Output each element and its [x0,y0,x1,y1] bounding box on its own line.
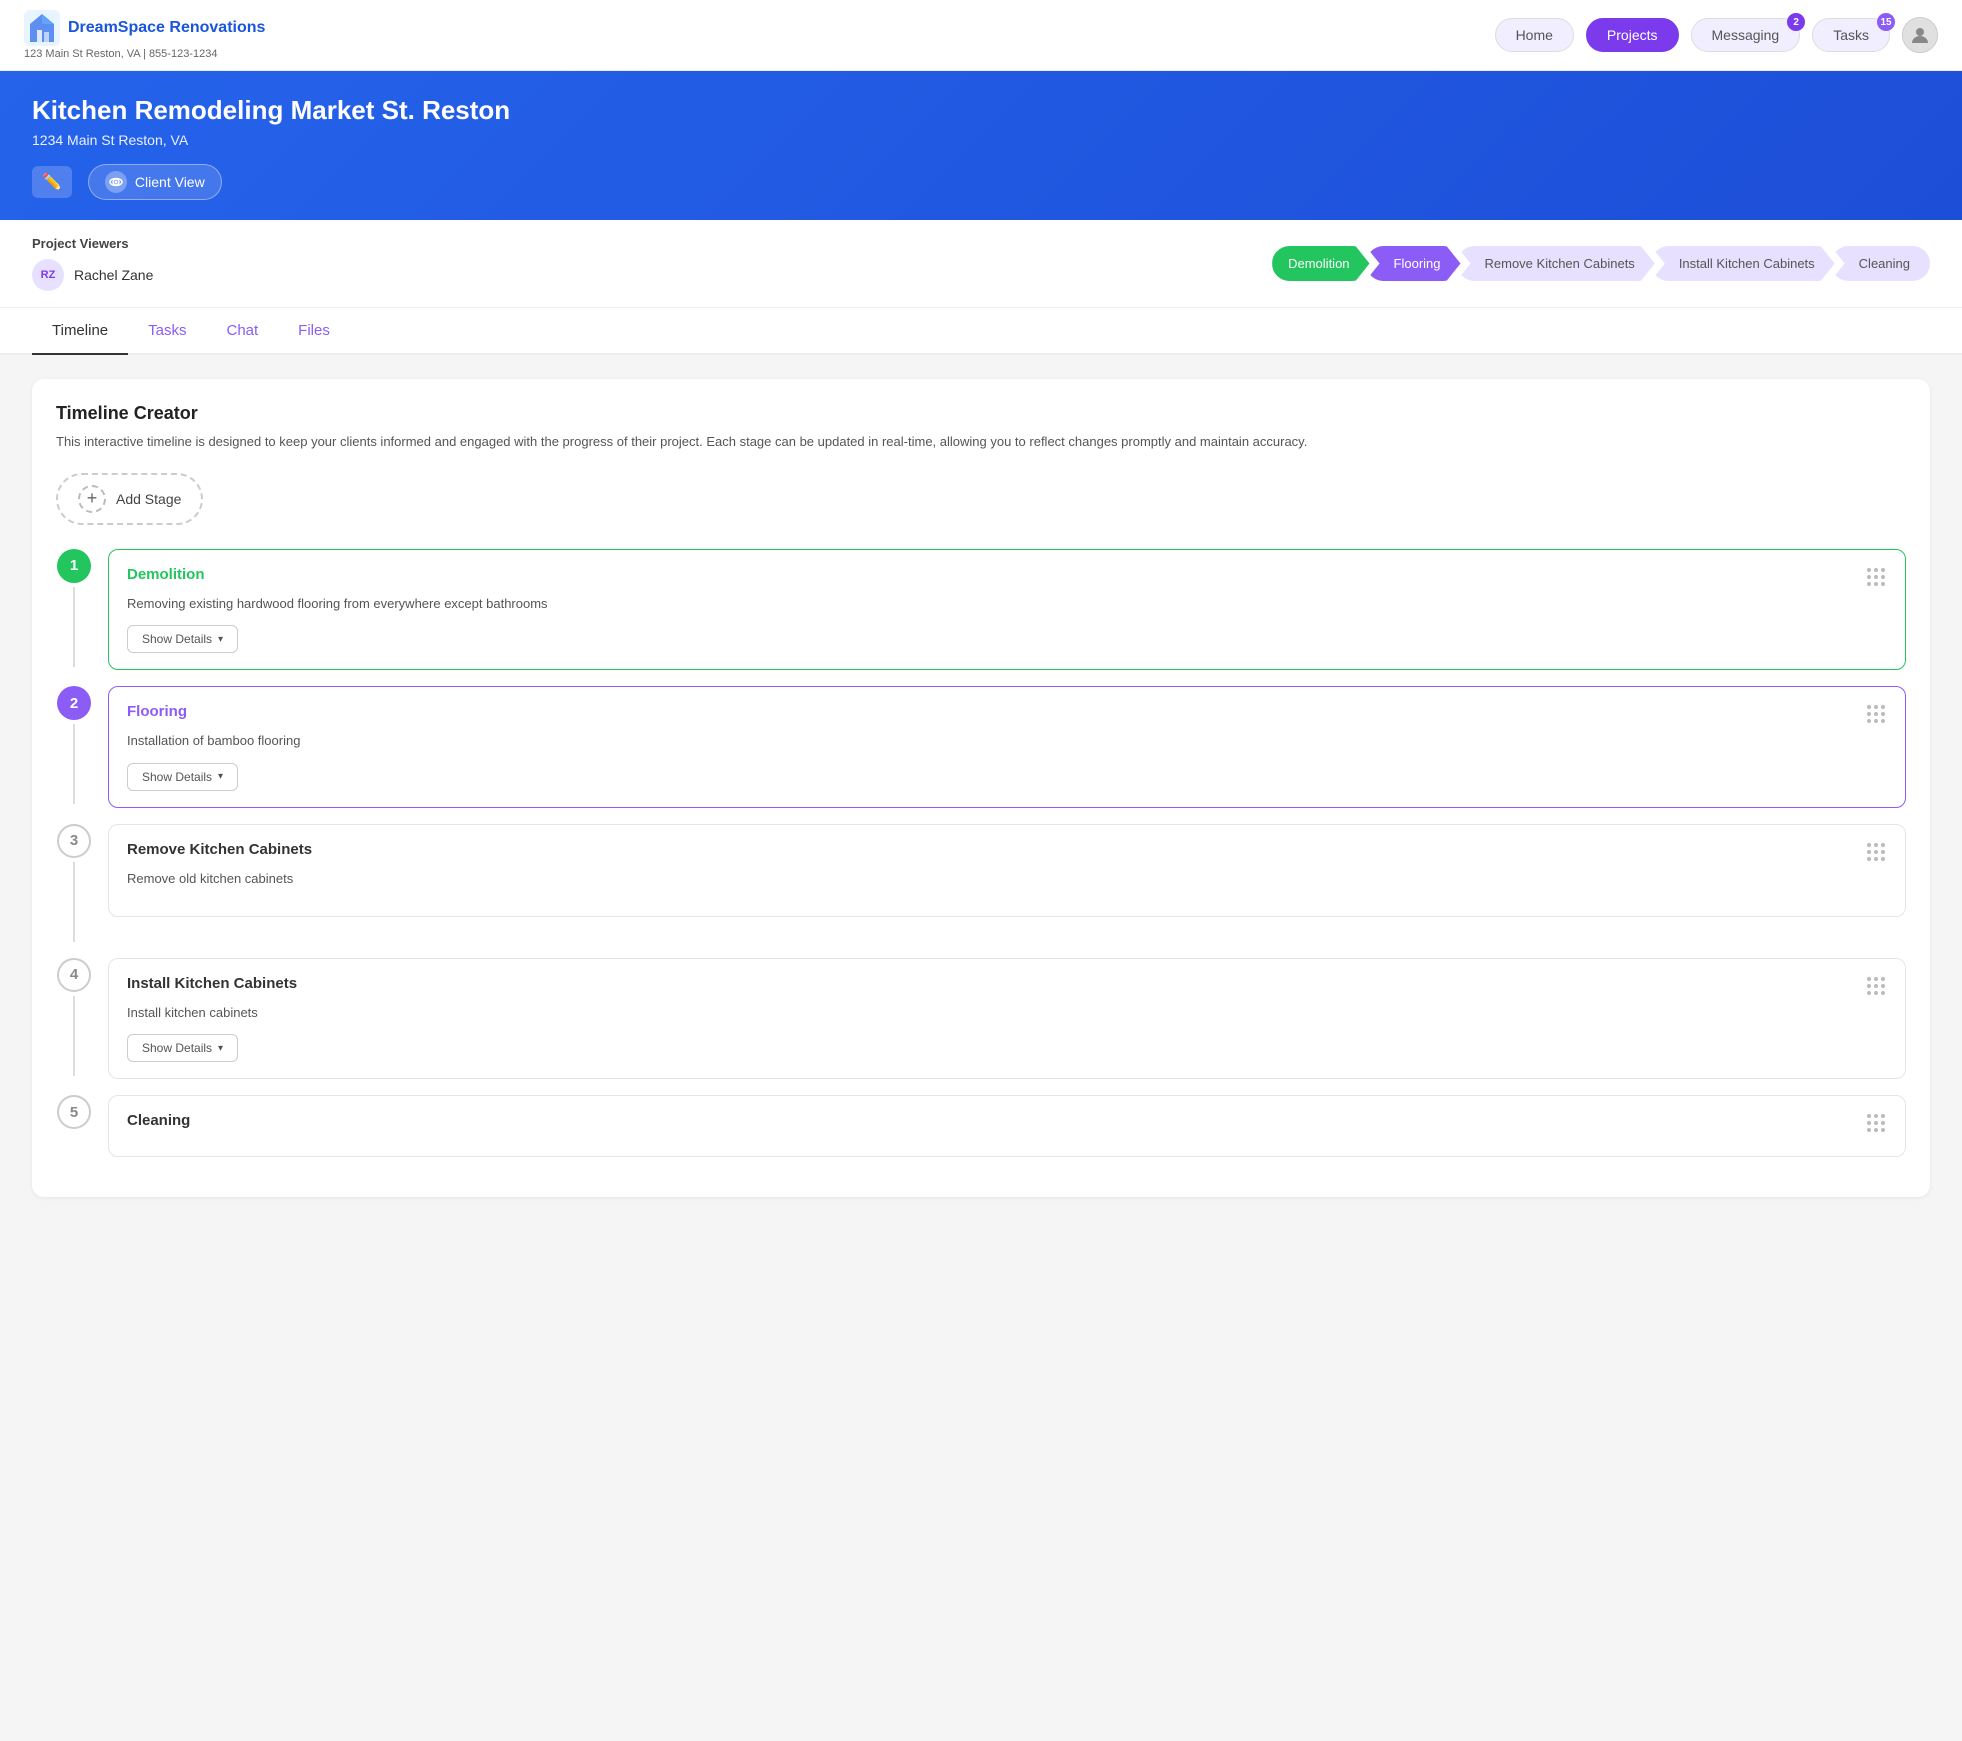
stage-row-2: 2 Flooring Installation of bamboo floori… [56,686,1906,808]
stage-row-5: 5 Cleaning [56,1095,1906,1157]
pipeline-step-remove-cabinets[interactable]: Remove Kitchen Cabinets [1457,246,1655,281]
show-details-button-1[interactable]: Show Details ▾ [127,625,238,653]
drag-handle-3[interactable] [1865,841,1887,863]
nav-tasks-button[interactable]: Tasks 15 [1812,18,1890,52]
add-stage-button[interactable]: + Add Stage [56,473,203,525]
pipeline-step-install-cabinets[interactable]: Install Kitchen Cabinets [1651,246,1835,281]
viewers-section: Project Viewers RZ Rachel Zane [32,236,153,291]
show-details-arrow-2: ▾ [218,771,223,782]
logo-area: DreamSpace Renovations 123 Main St Resto… [24,10,1495,60]
drag-handle-1[interactable] [1865,566,1887,588]
pipeline: Demolition Flooring Remove Kitchen Cabin… [1272,246,1930,281]
add-stage-label: Add Stage [116,491,181,507]
project-address: 1234 Main St Reston, VA [32,132,1930,148]
stage-card-desc-3: Remove old kitchen cabinets [127,869,1887,889]
stage-connector-4 [73,996,75,1076]
project-header: Kitchen Remodeling Market St. Reston 123… [0,71,1962,220]
top-nav: DreamSpace Renovations 123 Main St Resto… [0,0,1962,71]
stage-number-3: 3 [57,824,91,858]
stage-row-3: 3 Remove Kitchen Cabinets Remove old kit… [56,824,1906,942]
stage-card-4: Install Kitchen Cabinets Install kitchen… [108,958,1906,1080]
stage-number-col-3: 3 [56,824,92,942]
timeline-card: Timeline Creator This interactive timeli… [32,379,1930,1197]
stage-number-col-5: 5 [56,1095,92,1129]
show-details-button-2[interactable]: Show Details ▾ [127,763,238,791]
nav-items: Home Projects Messaging 2 Tasks 15 [1495,17,1938,53]
show-details-arrow-1: ▾ [218,634,223,645]
tab-chat[interactable]: Chat [206,308,278,355]
stage-number-4: 4 [57,958,91,992]
company-name: DreamSpace Renovations [68,19,265,37]
stage-row-1: 1 Demolition Removing existing hardwood … [56,549,1906,671]
edit-project-button[interactable]: ✏️ [32,166,72,198]
show-details-arrow-4: ▾ [218,1043,223,1054]
stage-card-desc-4: Install kitchen cabinets [127,1003,1887,1023]
stages-list: 1 Demolition Removing existing hardwood … [56,549,1906,1174]
stage-card-header-3: Remove Kitchen Cabinets [127,841,1887,863]
stage-card-title-2: Flooring [127,703,187,720]
company-address: 123 Main St Reston, VA | 855-123-1234 [24,48,1495,60]
stage-connector-3 [73,862,75,942]
logo-icon [24,10,60,46]
stage-row-4: 4 Install Kitchen Cabinets Install kitch… [56,958,1906,1080]
stage-number-col-1: 1 [56,549,92,667]
pipeline-step-flooring[interactable]: Flooring [1366,246,1461,281]
drag-handle-5[interactable] [1865,1112,1887,1134]
client-view-button[interactable]: Client View [88,164,222,200]
stage-connector-2 [73,724,75,804]
pipeline-step-demolition[interactable]: Demolition [1272,246,1369,281]
tab-timeline[interactable]: Timeline [32,308,128,355]
viewers-label: Project Viewers [32,236,153,251]
tasks-badge: 15 [1877,13,1895,31]
user-avatar-button[interactable] [1902,17,1938,53]
stage-number-1: 1 [57,549,91,583]
stage-card-title-1: Demolition [127,566,205,583]
user-icon [1910,25,1930,45]
main-content: Timeline Creator This interactive timeli… [0,355,1962,1221]
drag-handle-4[interactable] [1865,975,1887,997]
stage-card-header-1: Demolition [127,566,1887,588]
stage-card-title-5: Cleaning [127,1112,190,1129]
stage-card-desc-1: Removing existing hardwood flooring from… [127,594,1887,614]
eye-icon [105,171,127,193]
stage-number-2: 2 [57,686,91,720]
stage-card-header-5: Cleaning [127,1112,1887,1134]
viewer-avatar: RZ [32,259,64,291]
show-details-button-4[interactable]: Show Details ▾ [127,1034,238,1062]
stage-number-col-2: 2 [56,686,92,804]
project-meta: Project Viewers RZ Rachel Zane Demolitio… [0,220,1962,308]
stage-card-3: Remove Kitchen Cabinets Remove old kitch… [108,824,1906,918]
stage-number-col-4: 4 [56,958,92,1076]
drag-handle-2[interactable] [1865,703,1887,725]
stage-connector-1 [73,587,75,667]
nav-projects-button[interactable]: Projects [1586,18,1679,52]
stage-card-1: Demolition Removing existing hardwood fl… [108,549,1906,671]
tabs-bar: Timeline Tasks Chat Files [0,308,1962,355]
stage-card-2: Flooring Installation of bamboo flooring… [108,686,1906,808]
timeline-creator-desc: This interactive timeline is designed to… [56,432,1906,453]
viewer-name: Rachel Zane [74,267,153,283]
messaging-badge: 2 [1787,13,1805,31]
stage-number-5: 5 [57,1095,91,1129]
stage-card-header-2: Flooring [127,703,1887,725]
nav-home-button[interactable]: Home [1495,18,1574,52]
stage-card-5: Cleaning [108,1095,1906,1157]
nav-messaging-button[interactable]: Messaging 2 [1691,18,1801,52]
project-title: Kitchen Remodeling Market St. Reston [32,95,1930,126]
pipeline-step-cleaning[interactable]: Cleaning [1831,246,1930,281]
stage-card-header-4: Install Kitchen Cabinets [127,975,1887,997]
add-stage-plus-icon: + [78,485,106,513]
tab-files[interactable]: Files [278,308,350,355]
viewer-item: RZ Rachel Zane [32,259,153,291]
stage-card-title-3: Remove Kitchen Cabinets [127,841,312,858]
tab-tasks[interactable]: Tasks [128,308,206,355]
stage-card-desc-2: Installation of bamboo flooring [127,731,1887,751]
stage-card-title-4: Install Kitchen Cabinets [127,975,297,992]
timeline-creator-title: Timeline Creator [56,403,1906,424]
client-view-label: Client View [135,174,205,190]
